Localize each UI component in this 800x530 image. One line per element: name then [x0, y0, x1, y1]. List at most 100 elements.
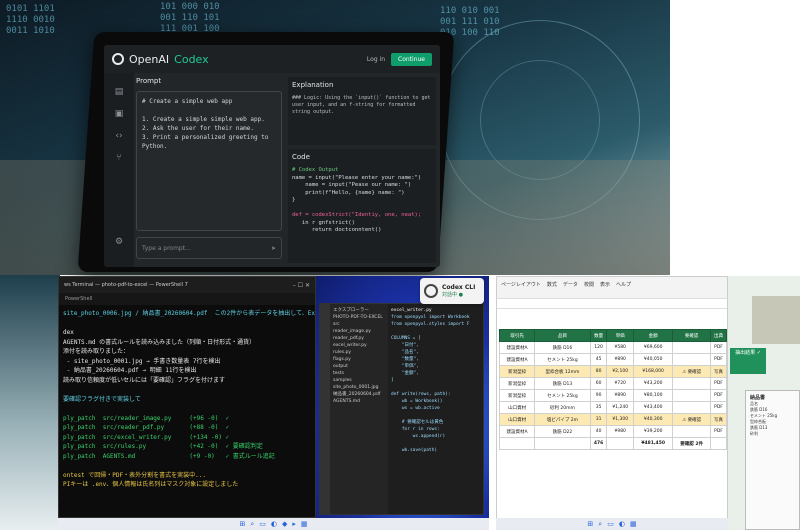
table-cell[interactable]: ¥1,240 [606, 401, 635, 414]
table-cell[interactable]: ⚠ 要確認 [672, 365, 712, 378]
editor-tab[interactable]: excel_writer.py [391, 307, 480, 314]
table-cell[interactable]: PDF [710, 353, 727, 366]
table-cell[interactable]: 鉄筋 D22 [534, 425, 591, 438]
windows-icon[interactable]: ⊞ [239, 520, 245, 528]
table-cell[interactable]: 80 [589, 365, 608, 378]
column-header[interactable]: 金額 [633, 329, 674, 342]
table-cell[interactable]: 60 [589, 377, 608, 390]
vscode-icon[interactable]: ◆ [282, 520, 287, 528]
table-cell[interactable]: セメント 25kg [534, 389, 591, 402]
table-cell[interactable]: セメント 25kg [534, 353, 591, 366]
table-cell[interactable]: PDF [710, 377, 727, 390]
explorer-file[interactable]: site_photo_0001.jpg [333, 384, 385, 391]
table-cell[interactable]: ¥43,400 [633, 401, 674, 414]
table-cell[interactable]: 型枠合板 12mm [534, 365, 591, 378]
column-header[interactable]: 出典 [710, 329, 727, 342]
table-cell[interactable]: 写真 [710, 365, 727, 378]
column-header[interactable]: 取引先 [498, 329, 536, 342]
table-cell[interactable]: 山口資材 [498, 413, 536, 426]
table-cell[interactable]: 新潟型枠 [498, 377, 536, 390]
edge-icon[interactable]: ◐ [271, 520, 277, 528]
explorer-file[interactable]: output [333, 363, 385, 370]
table-cell[interactable] [710, 437, 727, 450]
table-cell[interactable]: 35 [589, 401, 608, 414]
send-icon[interactable]: ➤ [271, 245, 276, 252]
column-header[interactable]: 単価 [606, 329, 635, 342]
table-cell[interactable] [672, 377, 712, 390]
table-cell[interactable] [672, 401, 712, 414]
table-cell[interactable]: ¥890 [606, 353, 635, 366]
table-cell[interactable]: ¥481,450 [633, 437, 674, 450]
table-cell[interactable] [534, 437, 591, 450]
code-icon[interactable]: ‹› [115, 131, 122, 141]
table-cell[interactable] [606, 437, 635, 450]
excel-icon[interactable]: ▦ [301, 520, 308, 528]
explorer-file[interactable]: reader_pdf.py [333, 335, 385, 342]
ribbon-tab[interactable]: ヘルプ [616, 281, 631, 294]
table-cell[interactable]: 砂利 20mm [534, 401, 591, 414]
table-cell[interactable]: 要確認 2件 [672, 437, 712, 450]
table-cell[interactable]: ¥720 [606, 377, 635, 390]
explorer-file[interactable]: flags.py [333, 356, 385, 363]
folder-icon[interactable]: ▭ [259, 520, 266, 528]
table-cell[interactable]: ¥39,200 [633, 425, 674, 438]
prompt-editor[interactable]: # Create a simple web app 1. Create a si… [136, 91, 282, 231]
table-cell[interactable]: 120 [589, 341, 608, 354]
table-cell[interactable] [672, 389, 712, 402]
table-cell[interactable]: 塩ビパイプ 2m [534, 413, 591, 426]
table-cell[interactable]: 40 [589, 425, 608, 438]
table-cell[interactable]: 鉄筋 D16 [534, 341, 591, 354]
explorer-file[interactable]: tests [333, 370, 385, 377]
continue-button[interactable]: Continue [391, 52, 432, 66]
edge-icon[interactable]: ◐ [619, 520, 625, 528]
table-cell[interactable]: ⚠ 要確認 [672, 413, 712, 426]
settings-icon[interactable]: ⚙ [115, 237, 123, 247]
table-cell[interactable]: 31 [589, 413, 608, 426]
login-link[interactable]: Log in [367, 56, 385, 63]
explorer-file[interactable]: samples [333, 377, 385, 384]
table-cell[interactable]: 90 [589, 389, 608, 402]
prompt-input[interactable]: Type a prompt... ➤ [136, 237, 282, 259]
table-cell[interactable]: PDF [710, 389, 727, 402]
image-icon[interactable]: ▣ [115, 109, 124, 119]
table-cell[interactable]: 建設資材A [498, 425, 536, 438]
table-cell[interactable] [672, 353, 712, 366]
table-cell[interactable]: 写真 [710, 413, 727, 426]
table-cell[interactable]: ¥168,000 [633, 365, 674, 378]
table-cell[interactable]: 新潟型枠 [498, 365, 536, 378]
column-header[interactable]: 品目 [534, 329, 591, 342]
column-header[interactable]: 要確認 [672, 329, 712, 342]
window-controls[interactable]: – ☐ ✕ [293, 282, 310, 289]
folder-icon[interactable]: ▭ [607, 520, 614, 528]
table-cell[interactable]: ¥69,600 [633, 341, 674, 354]
table-cell[interactable]: ¥580 [606, 341, 635, 354]
branch-icon[interactable]: ⑂ [116, 153, 121, 163]
ribbon-tab[interactable]: 表示 [600, 281, 610, 294]
table-cell[interactable]: ¥40,050 [633, 353, 674, 366]
table-cell[interactable]: 山口資材 [498, 401, 536, 414]
table-cell[interactable]: 建設資材A [498, 353, 536, 366]
table-cell[interactable]: 476 [589, 437, 608, 450]
ribbon-tab[interactable]: 数式 [547, 281, 557, 294]
chat-icon[interactable]: ▤ [115, 87, 124, 97]
excel-icon[interactable]: ▦ [630, 520, 637, 528]
column-header[interactable]: 数量 [589, 329, 608, 342]
explorer-file[interactable]: 納品書_20260604.pdf [333, 391, 385, 398]
ribbon-tab[interactable]: 校閲 [584, 281, 594, 294]
table-cell[interactable] [672, 425, 712, 438]
table-cell[interactable]: PDF [710, 341, 727, 354]
explorer-file[interactable]: excel_writer.py [333, 342, 385, 349]
table-cell[interactable]: ¥40,300 [633, 413, 674, 426]
table-cell[interactable]: ¥980 [606, 425, 635, 438]
ribbon-tab[interactable]: ページレイアウト [501, 281, 541, 294]
windows-icon[interactable]: ⊞ [587, 520, 593, 528]
formula-bar[interactable] [497, 299, 727, 309]
terminal-icon[interactable]: ▸ [292, 520, 296, 528]
table-cell[interactable] [498, 437, 536, 450]
table-cell[interactable]: ¥1,300 [606, 413, 635, 426]
table-cell[interactable]: 建設資材A [498, 341, 536, 354]
table-cell[interactable]: ¥2,100 [606, 365, 635, 378]
table-cell[interactable]: ¥80,100 [633, 389, 674, 402]
table-cell[interactable]: ¥43,200 [633, 377, 674, 390]
table-cell[interactable]: 鉄筋 D13 [534, 377, 591, 390]
